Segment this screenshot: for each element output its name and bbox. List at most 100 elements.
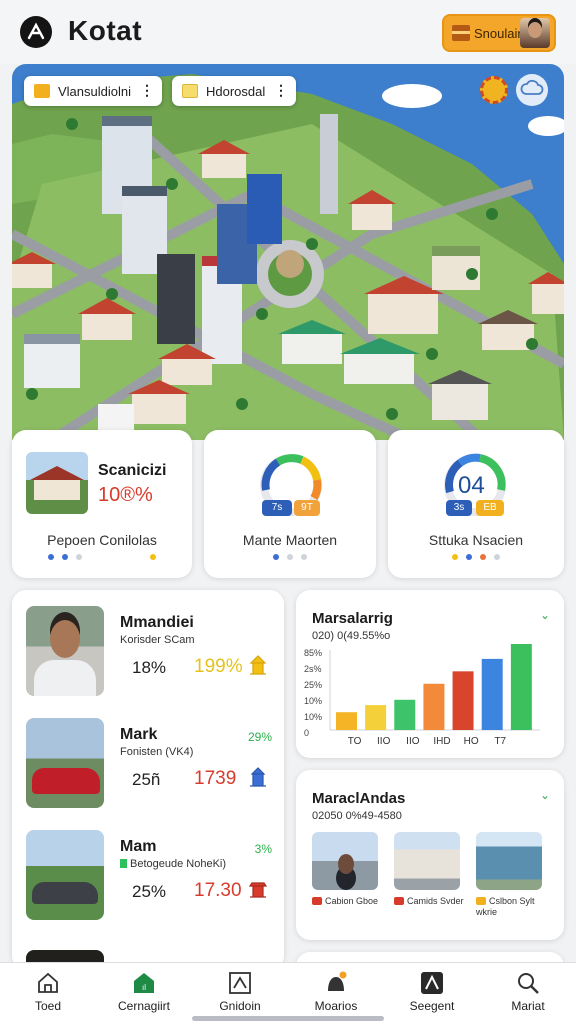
temple-icon xyxy=(249,655,267,675)
gauge-pill-right: EB xyxy=(476,500,504,516)
gallery-thumbnail[interactable] xyxy=(476,832,542,890)
chart-bar[interactable] xyxy=(510,644,532,730)
person-subtitle: Betogeude NoheKi) xyxy=(120,858,226,870)
gallery-subtitle: 02050 0%49-4580 xyxy=(312,810,402,822)
home-indicator[interactable] xyxy=(192,1016,384,1021)
nav-item-gnidoin[interactable]: Gnidoin xyxy=(192,963,288,1024)
nav-item-seegent[interactable]: Seegent xyxy=(384,963,480,1024)
chart-bar[interactable] xyxy=(423,683,445,730)
nav-label: Gnidoin xyxy=(219,999,261,1013)
x-tick-label: IIO xyxy=(406,736,420,747)
stat-card-sttuka-nsacien[interactable]: 04 3s EB Sttuka Nsacien xyxy=(388,430,564,578)
car-icon xyxy=(394,897,404,905)
cloud-settings-icon[interactable] xyxy=(516,74,548,106)
map-chip-vlansuldiolni[interactable]: Vlansuldiolni ⋮ xyxy=(24,76,162,106)
stat-caption: Mante Maorten xyxy=(242,532,338,548)
chevron-down-icon[interactable]: ⌄ xyxy=(540,788,550,802)
x-tick-label: T7 xyxy=(494,736,506,747)
gauge-number: 04 xyxy=(458,472,485,499)
gallery-caption: Camids Svder xyxy=(394,896,476,907)
people-list: Mmandiei Korisder SCam 18% 199% Mark Fon… xyxy=(12,590,284,970)
city-illustration xyxy=(12,74,564,440)
store-icon: ıl xyxy=(134,973,154,993)
y-tick-label: 85% xyxy=(304,648,322,658)
promo-button[interactable]: Snoulair xyxy=(442,14,556,52)
person-photo xyxy=(26,718,104,808)
person-stat-right: 199% xyxy=(194,656,243,677)
gauge-pill-left: 3s xyxy=(446,500,472,516)
chart-bar[interactable] xyxy=(452,671,474,730)
flag-icon xyxy=(120,859,127,868)
gift-box-icon xyxy=(452,25,470,41)
gallery-card[interactable]: MaraclAndas 02050 0%49-4580 ⌄ Cabion Gbo… xyxy=(296,770,564,940)
map-chip-hdorosdal[interactable]: Hdorosdal ⋮ xyxy=(172,76,296,106)
person-photo xyxy=(26,606,104,696)
nav-item-cernagiirt[interactable]: ıl Cernagiirt xyxy=(96,963,192,1024)
frame-icon xyxy=(229,972,251,994)
car-icon xyxy=(476,897,486,905)
person-stat-right: 17.30 xyxy=(194,880,242,901)
chart-bar[interactable] xyxy=(336,712,357,730)
svg-text:ıl: ıl xyxy=(142,983,146,992)
pager-dots[interactable] xyxy=(12,554,192,560)
gallery-thumbnail[interactable] xyxy=(394,832,460,890)
person-name: Mark xyxy=(120,726,158,743)
promo-label: Snoulair xyxy=(474,26,522,41)
nav-item-moarios[interactable]: Moarios xyxy=(288,963,384,1024)
chart-bar[interactable] xyxy=(481,658,503,730)
person-name: Mmandiei xyxy=(120,614,194,631)
gauge-pill-right: 9T xyxy=(294,500,320,516)
person-photo xyxy=(26,830,104,920)
y-tick-label: 10% xyxy=(304,696,322,706)
stat-title: Scanicizi xyxy=(98,462,167,479)
search-icon xyxy=(518,973,539,994)
person-stat-left: 25ñ xyxy=(132,770,161,789)
list-item[interactable]: Mmandiei Korisder SCam 18% 199% xyxy=(12,590,284,702)
nav-label: Cernagiirt xyxy=(117,999,171,1013)
chip-label: Hdorosdal xyxy=(206,84,266,99)
chart-title: Marsalarrig xyxy=(312,610,393,627)
person-subtitle: Fonisten (VK4) xyxy=(120,746,194,758)
pen-logo-icon[interactable] xyxy=(20,16,52,48)
shrine-icon xyxy=(248,882,268,898)
list-item[interactable]: Mam Betogeude NoheKi) 3% 25% 17.30 xyxy=(12,814,284,926)
pager-dots[interactable] xyxy=(388,554,564,560)
stat-card-mante-maorten[interactable]: 7s 9T Mante Maorten xyxy=(204,430,376,578)
list-item[interactable]: Mark Fonisten (VK4) 29% 25ñ 1739 xyxy=(12,702,284,814)
chart-bar[interactable] xyxy=(394,699,416,730)
pager-dots[interactable] xyxy=(204,554,376,560)
x-tick-label: TO xyxy=(348,736,362,747)
app-root: Kotat Snoulair Vlansuldiolni ⋮ Hdorosdal… xyxy=(0,0,576,1024)
more-options-icon[interactable]: ⋮ xyxy=(140,82,154,98)
y-tick-label: 0 xyxy=(304,728,309,738)
stat-card-scanicizi[interactable]: Scanicizi 10®% Pepoen Conilolas xyxy=(12,430,192,578)
chart-bar[interactable] xyxy=(365,705,387,730)
more-options-icon[interactable]: ⋮ xyxy=(274,82,288,98)
nav-item-toed[interactable]: Toed xyxy=(0,963,96,1024)
nav-item-mariat[interactable]: Mariat xyxy=(480,963,576,1024)
person-change: 29% xyxy=(247,730,272,744)
award-badge-icon[interactable] xyxy=(480,76,508,104)
gallery-caption: Cabion Gboe xyxy=(312,896,394,907)
y-tick-label: 25% xyxy=(304,680,322,690)
avatar[interactable] xyxy=(520,18,550,48)
person-subtitle: Korisder SCam xyxy=(120,634,195,646)
stat-caption: Sttuka Nsacien xyxy=(428,532,524,548)
app-title: Kotat xyxy=(68,15,143,46)
app-header: Kotat Snoulair xyxy=(0,0,576,64)
x-tick-label: IIO xyxy=(377,736,391,747)
stat-caption: Pepoen Conilolas xyxy=(47,532,157,548)
chart-subtitle: 020) 0(49.55%o xyxy=(312,630,391,642)
building-thumbnail xyxy=(26,452,88,514)
chart-card[interactable]: Marsalarrig 020) 0(49.55%o ⌄ 85% 2s% 25% 10… xyxy=(296,590,564,758)
building-icon xyxy=(250,767,266,787)
bar-chart: 85% 2s% 25% 10% 10% 0 TO IIO IIO IHD HO T7 xyxy=(304,644,540,747)
city-map[interactable]: Vlansuldiolni ⋮ Hdorosdal ⋮ xyxy=(12,64,564,440)
bottom-navigation: Toed ıl Cernagiirt Gnidoin Moarios Seege… xyxy=(0,962,576,1024)
chevron-down-icon[interactable]: ⌄ xyxy=(540,608,550,622)
person-name: Mam xyxy=(120,838,157,855)
x-tick-label: HO xyxy=(464,736,479,747)
home-icon xyxy=(38,972,58,993)
note-icon xyxy=(182,84,198,98)
gallery-thumbnail[interactable] xyxy=(312,832,378,890)
